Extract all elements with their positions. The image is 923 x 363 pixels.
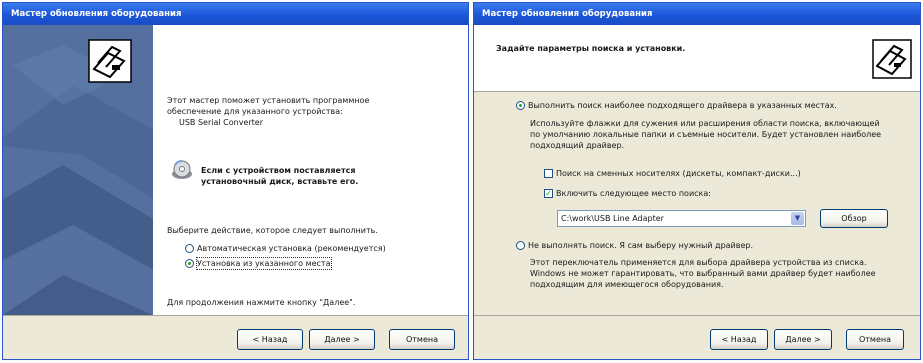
checkbox-include-location[interactable]: ✓ (544, 189, 553, 198)
search-desc-line-1: Используйте флажки для сужения или расши… (530, 119, 880, 128)
radio-no-search[interactable] (516, 241, 525, 250)
next-button[interactable]: Далее > (774, 329, 832, 350)
cd-hint-line-1: Если с устройством поставляется (201, 166, 356, 175)
back-button[interactable]: < Назад (710, 329, 768, 350)
wizard-button-bar: < Назад Далее > Отмена (474, 316, 920, 359)
hardware-wizard-icon (872, 39, 912, 79)
radio-search-best-driver[interactable] (516, 101, 525, 110)
header-title: Задайте параметры поиска и установки. (496, 44, 686, 53)
radio-auto-install-label[interactable]: Автоматическая установка (рекомендуется) (197, 243, 386, 254)
browse-button[interactable]: Обзор (820, 209, 888, 228)
search-desc-line-3: подходящий драйвер. (530, 141, 625, 150)
wizard-sidebar-banner (3, 25, 153, 315)
wizard-header: Задайте параметры поиска и установки. (474, 25, 920, 92)
checkbox-search-removable-label[interactable]: Поиск на сменных носителях (дискеты, ком… (556, 168, 801, 179)
continue-hint: Для продолжения нажмите кнопку "Далее". (167, 298, 356, 307)
radio-search-best-driver-label[interactable]: Выполнить поиск наиболее подходящего дра… (528, 100, 837, 111)
radio-auto-install[interactable] (185, 244, 194, 253)
back-button[interactable]: < Назад (237, 329, 303, 350)
window-title: Мастер обновления оборудования (474, 3, 920, 25)
intro-line-1: Этот мастер поможет установить программн… (167, 96, 370, 105)
wizard-window-welcome: Мастер обновления оборудования Этот маст… (2, 2, 469, 360)
wizard-content: Этот мастер поможет установить программн… (153, 25, 468, 315)
cancel-button[interactable]: Отмена (389, 329, 455, 350)
checkbox-search-removable[interactable] (544, 169, 553, 178)
radio-install-from-location-label[interactable]: Установка из указанного места (196, 257, 332, 270)
nosearch-desc-line-3: подходящим для имеющегося оборудования. (530, 280, 724, 289)
search-desc-line-2: по умолчанию локальные папки и съемные н… (530, 130, 882, 139)
cancel-button[interactable]: Отмена (846, 329, 904, 350)
hardware-wizard-icon (88, 39, 132, 83)
cd-hint-line-2: установочный диск, вставьте его. (201, 177, 359, 186)
nosearch-desc-line-1: Этот переключатель применяется для выбор… (530, 258, 867, 267)
intro-line-2: обеспечение для указанного устройства: (167, 107, 343, 116)
nosearch-desc-line-2: Windows не может гарантировать, что выбр… (530, 269, 876, 278)
next-button[interactable]: Далее > (309, 329, 375, 350)
cd-disc-icon (171, 159, 193, 181)
wizard-body: Выполнить поиск наиболее подходящего дра… (474, 92, 920, 315)
device-name: USB Serial Converter (179, 118, 263, 127)
radio-install-from-location[interactable] (185, 259, 194, 268)
radio-no-search-label[interactable]: Не выполнять поиск. Я сам выберу нужный … (528, 240, 753, 251)
choose-action-label: Выберите действие, которое следует выпол… (167, 226, 378, 235)
chevron-down-icon[interactable]: ▼ (791, 212, 804, 225)
wizard-window-search-options: Мастер обновления оборудования Задайте п… (473, 2, 921, 360)
window-title: Мастер обновления оборудования (3, 3, 468, 25)
search-location-combobox[interactable]: C:\work\USB Line Adapter ▼ (557, 210, 806, 227)
search-location-value: C:\work\USB Line Adapter (561, 214, 664, 223)
checkbox-include-location-label[interactable]: Включить следующее место поиска: (556, 188, 711, 199)
wizard-button-bar: < Назад Далее > Отмена (3, 316, 468, 359)
